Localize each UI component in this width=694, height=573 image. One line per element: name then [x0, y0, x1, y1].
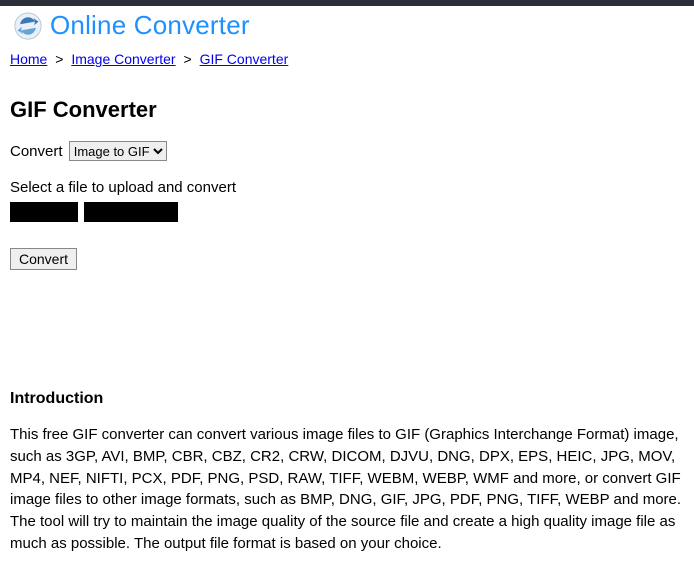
convert-button[interactable]: Convert — [10, 248, 77, 270]
main-content: GIF Converter Convert Image to GIF Selec… — [0, 75, 694, 573]
breadcrumb-sep: > — [51, 51, 67, 67]
breadcrumb-home[interactable]: Home — [10, 51, 47, 67]
select-file-label: Select a file to upload and convert — [10, 179, 684, 196]
choose-file-button[interactable] — [10, 202, 78, 222]
convert-type-select[interactable]: Image to GIF — [69, 141, 167, 161]
header: Online Converter — [0, 6, 694, 43]
convert-row: Convert Image to GIF — [10, 141, 684, 161]
introduction-text: This free GIF converter can convert vari… — [10, 424, 684, 555]
breadcrumb: Home > Image Converter > GIF Converter — [0, 43, 694, 75]
site-title-link[interactable]: Online Converter — [50, 10, 250, 41]
file-upload-row — [10, 202, 684, 222]
convert-label: Convert — [10, 143, 63, 160]
breadcrumb-gif-converter[interactable]: GIF Converter — [200, 51, 289, 67]
page-title: GIF Converter — [10, 97, 684, 123]
breadcrumb-image-converter[interactable]: Image Converter — [71, 51, 175, 67]
refresh-arrows-icon — [14, 12, 42, 40]
file-name-display — [84, 202, 178, 222]
breadcrumb-sep: > — [180, 51, 196, 67]
introduction-heading: Introduction — [10, 390, 684, 408]
